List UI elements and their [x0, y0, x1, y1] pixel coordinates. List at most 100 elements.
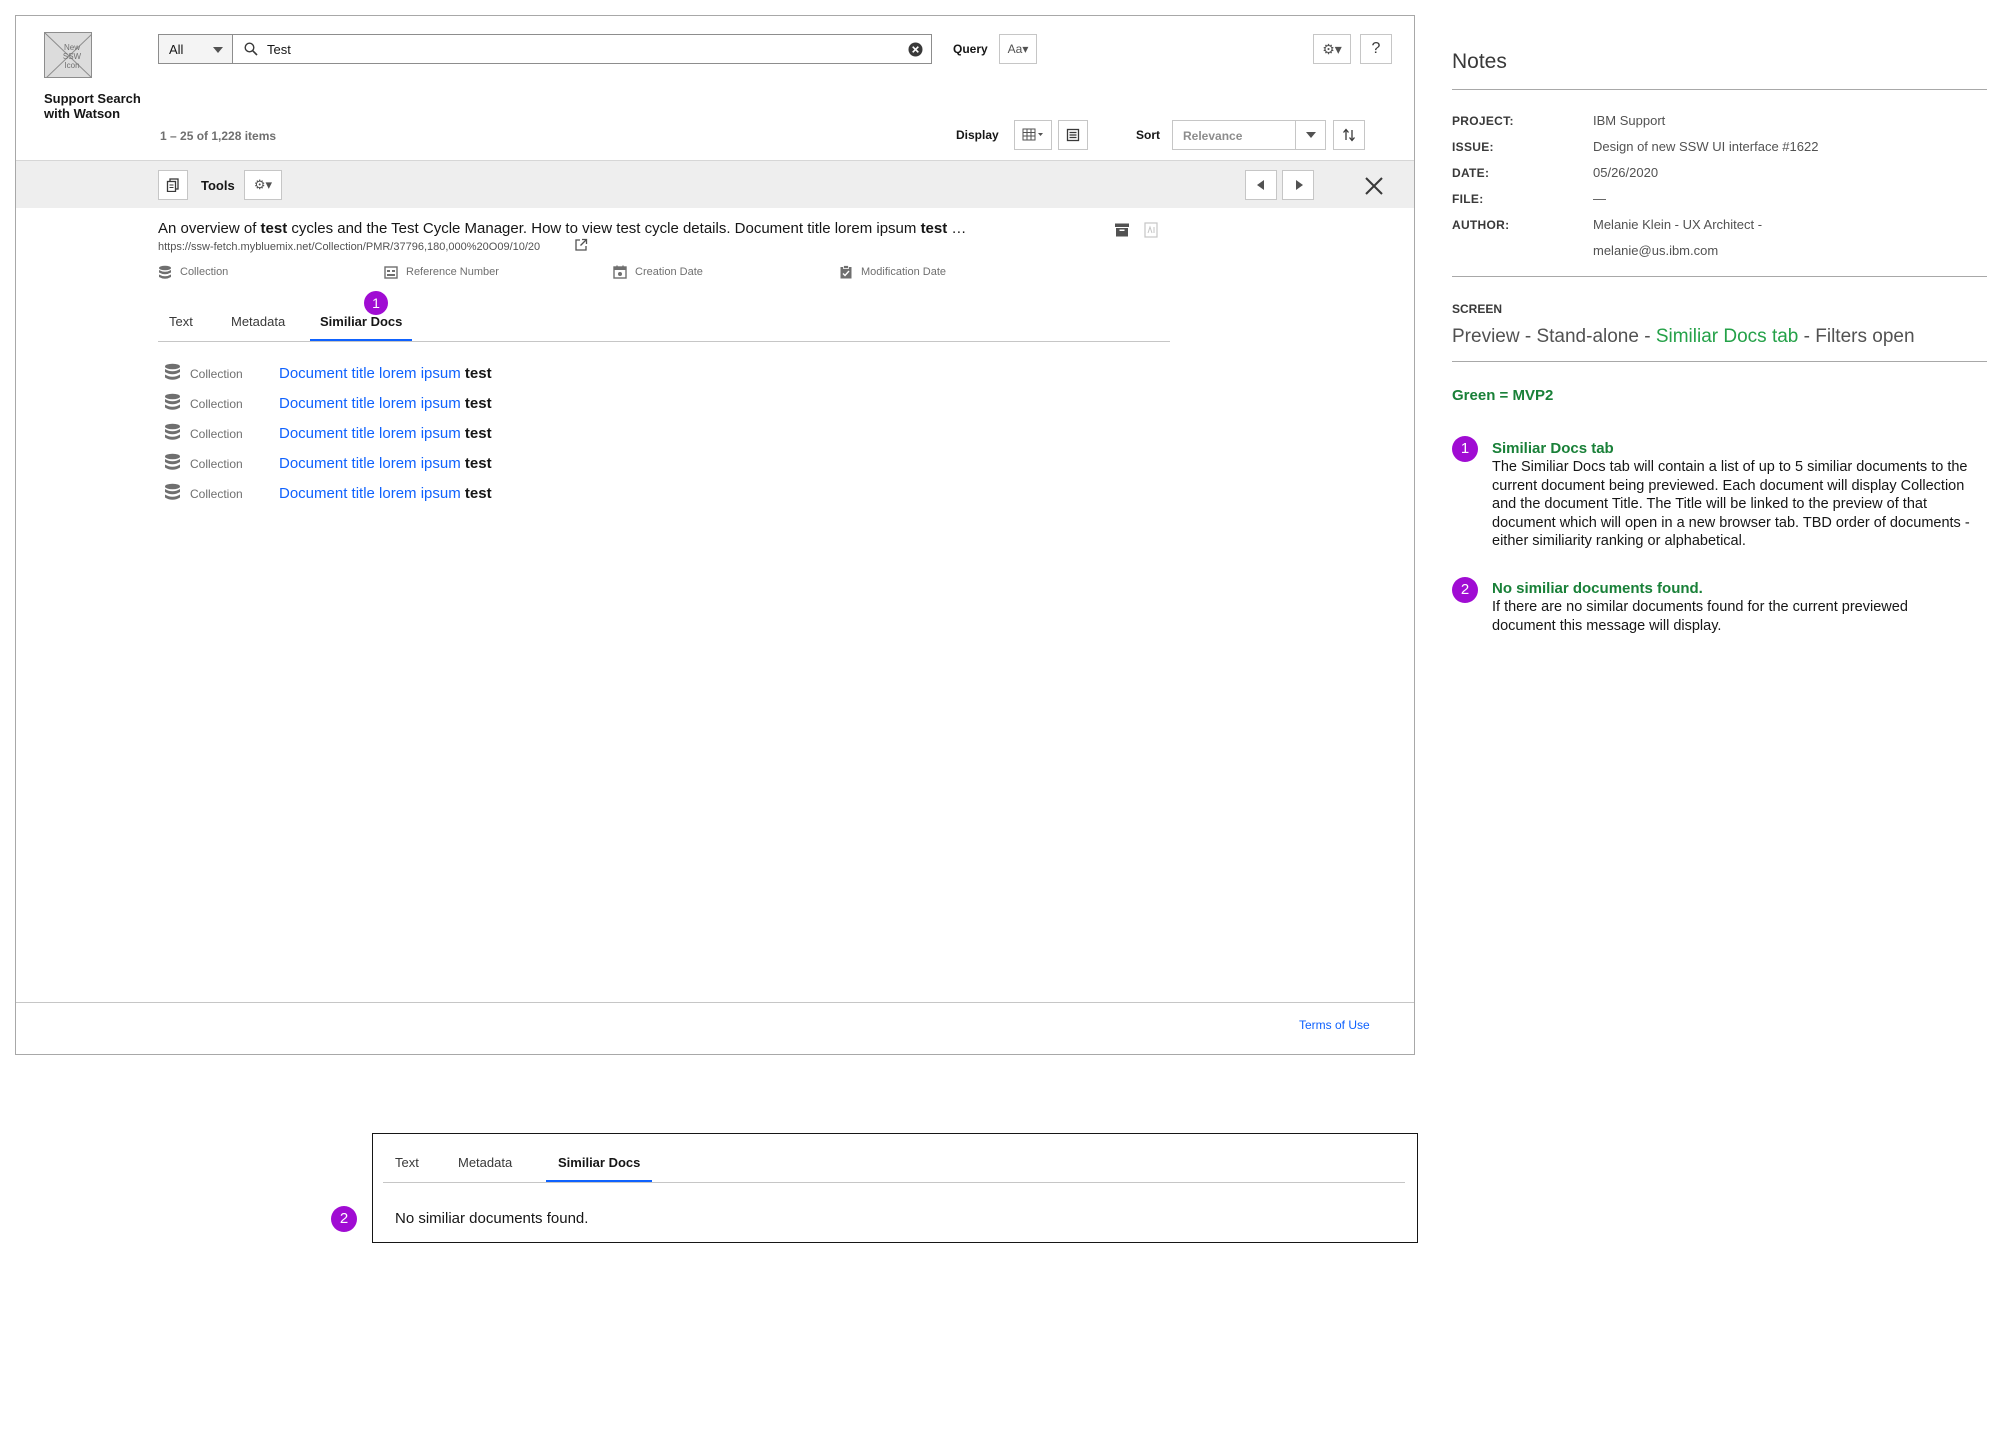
search-scope-value: All — [169, 42, 184, 57]
notes-divider — [1452, 89, 1987, 90]
archive-icon[interactable] — [1114, 222, 1130, 238]
settings-button[interactable]: ⚙▾ — [1313, 34, 1351, 64]
query-case-button[interactable]: Aa▾ — [999, 34, 1037, 64]
caret-right-icon — [1296, 180, 1303, 190]
tab-text[interactable]: Text — [169, 314, 193, 341]
file-value: — — [1593, 191, 1606, 206]
caret-left-icon — [1257, 180, 1264, 190]
tab-similar-docs[interactable]: Similiar Docs — [546, 1155, 653, 1182]
notes-divider — [1452, 276, 1987, 277]
tools-settings-button[interactable]: ⚙▾ — [244, 170, 282, 200]
title-highlight: test — [920, 220, 948, 237]
project-value: IBM Support — [1593, 113, 1666, 128]
empty-state-tabs: Text Metadata Similiar Docs — [383, 1153, 1405, 1183]
author-value: Melanie Klein - UX Architect - — [1593, 217, 1763, 232]
sort-label: Sort — [1136, 128, 1160, 142]
similar-doc-title-link[interactable]: Document title lorem ipsum test — [279, 365, 492, 382]
screen-description: Preview - Stand-alone - Similiar Docs ta… — [1452, 326, 1915, 348]
tab-text[interactable]: Text — [395, 1155, 419, 1182]
issue-key: ISSUE: — [1452, 140, 1494, 154]
clear-search-icon[interactable] — [908, 42, 923, 57]
similar-doc-title-link[interactable]: Document title lorem ipsum test — [279, 485, 492, 502]
database-icon — [165, 483, 180, 500]
title-text: … — [947, 220, 967, 237]
sort-select[interactable]: Relevance — [1172, 120, 1326, 150]
copy-button[interactable] — [158, 170, 188, 200]
next-document-button[interactable] — [1282, 170, 1314, 200]
author-email: melanie@us.ibm.com — [1593, 243, 1719, 258]
sort-separator — [1295, 121, 1296, 149]
tab-metadata[interactable]: Metadata — [458, 1155, 512, 1182]
help-icon: ? — [1371, 40, 1381, 57]
title-text: cycles and the Test Cycle Manager. How t… — [287, 220, 921, 237]
display-grid-button[interactable] — [1014, 120, 1052, 150]
note-badge-2: 2 — [1452, 577, 1478, 603]
help-button[interactable]: ? — [1360, 34, 1392, 64]
similar-doc-collection: Collection — [190, 427, 243, 441]
note1-heading: Similiar Docs tab — [1492, 440, 1614, 457]
logo-text: New SSW Icon — [62, 43, 82, 70]
similar-doc-collection: Collection — [190, 397, 243, 411]
app-frame: New SSW Icon Support Search with Watson … — [15, 15, 1415, 1055]
terms-of-use-link[interactable]: Terms of Use — [1299, 1018, 1370, 1032]
close-icon[interactable] — [1359, 171, 1389, 201]
similar-doc-highlight: test — [464, 395, 492, 412]
search-input[interactable] — [267, 40, 867, 58]
reference-icon — [384, 266, 398, 279]
preview-document-url: https://ssw-fetch.mybluemix.net/Collecti… — [158, 241, 541, 253]
notes-title: Notes — [1452, 50, 1507, 73]
preview-toolbar: Tools ⚙▾ — [16, 160, 1414, 208]
list-view-icon — [1066, 128, 1080, 142]
mvp2-legend: Green = MVP2 — [1452, 387, 1554, 404]
gear-icon: ⚙▾ — [253, 177, 273, 192]
app-name: Support Search with Watson — [44, 91, 141, 121]
meta-collection: Collection — [158, 265, 228, 279]
footer-divider — [16, 1002, 1414, 1003]
meta-modification-date: Modification Date — [839, 265, 946, 279]
database-icon — [165, 453, 180, 470]
similar-doc-title-link[interactable]: Document title lorem ipsum test — [279, 395, 492, 412]
preview-document-title: An overview of test cycles and the Test … — [158, 220, 1058, 237]
search-scope-select[interactable]: All — [158, 34, 233, 64]
note2-heading: No similiar documents found. — [1492, 580, 1703, 597]
similar-doc-title: Document title lorem ipsum — [279, 425, 465, 442]
pdf-icon[interactable] — [1143, 222, 1159, 238]
display-list-button[interactable] — [1058, 120, 1088, 150]
date-value: 05/26/2020 — [1593, 165, 1659, 180]
file-key: FILE: — [1452, 192, 1484, 206]
author-key: AUTHOR: — [1452, 218, 1510, 232]
similar-doc-title: Document title lorem ipsum — [279, 395, 465, 412]
gear-icon: ⚙▾ — [1322, 41, 1342, 57]
empty-state-panel: Text Metadata Similiar Docs No similiar … — [372, 1133, 1418, 1243]
note-badge-1: 1 — [1452, 436, 1478, 462]
calendar-icon — [613, 265, 627, 279]
title-highlight: test — [260, 220, 288, 237]
no-similar-docs-message: No similiar documents found. — [395, 1210, 589, 1227]
similar-doc-collection: Collection — [190, 457, 243, 471]
similar-doc-title: Document title lorem ipsum — [279, 485, 465, 502]
similar-doc-title-link[interactable]: Document title lorem ipsum test — [279, 455, 492, 472]
similar-doc-highlight: test — [464, 425, 492, 442]
external-link-icon[interactable] — [574, 238, 588, 252]
copy-icon — [166, 178, 179, 193]
annotation-badge-2: 2 — [331, 1206, 357, 1232]
preview-tabs: Text Metadata Similiar Docs — [158, 312, 1170, 342]
meta-reference-label: Reference Number — [406, 266, 499, 278]
screen-desc-part: - Filters open — [1798, 326, 1915, 347]
clipboard-check-icon — [840, 265, 852, 279]
sort-value: Relevance — [1183, 129, 1243, 143]
app-logo: New SSW Icon — [44, 32, 92, 78]
sort-order-button[interactable] — [1333, 120, 1365, 150]
similar-doc-title: Document title lorem ipsum — [279, 455, 465, 472]
similar-doc-collection: Collection — [190, 367, 243, 381]
previous-document-button[interactable] — [1245, 170, 1277, 200]
project-key: PROJECT: — [1452, 114, 1514, 128]
meta-reference-number: Reference Number — [384, 266, 499, 279]
search-icon — [244, 42, 258, 56]
tools-label: Tools — [201, 178, 235, 193]
similar-doc-title: Document title lorem ipsum — [279, 365, 465, 382]
meta-modification-label: Modification Date — [861, 266, 946, 278]
tab-metadata[interactable]: Metadata — [231, 314, 285, 341]
similar-doc-title-link[interactable]: Document title lorem ipsum test — [279, 425, 492, 442]
tab-similar-docs[interactable]: Similiar Docs — [310, 314, 413, 341]
